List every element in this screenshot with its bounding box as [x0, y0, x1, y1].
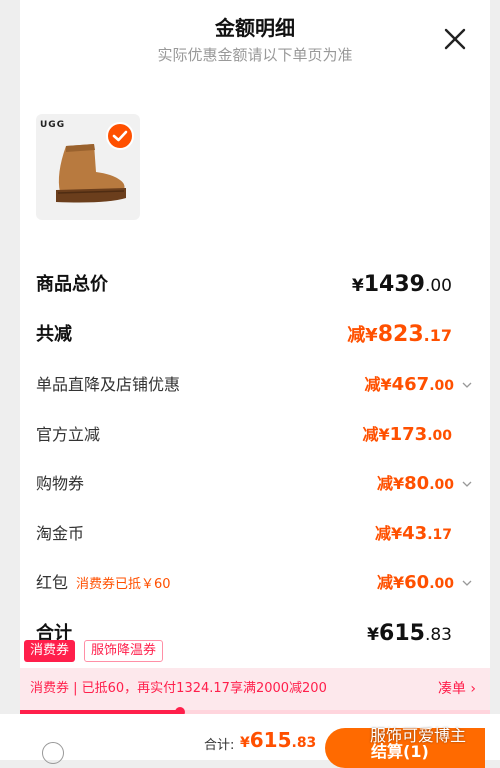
amount-detail-sheet: 金额明细 实际优惠金额请以下单页为准 UGG 商品总价 ¥1439.00 共减 … — [20, 0, 490, 708]
total-price-label: 商品总价 — [36, 274, 108, 295]
discount-value: 减¥60.00 — [376, 572, 454, 593]
sheet-subtitle: 实际优惠金额请以下单页为准 — [157, 46, 353, 64]
total-discount-row: 共减 减¥823.17 — [36, 318, 474, 352]
total-price-row: 商品总价 ¥1439.00 — [36, 268, 474, 302]
discount-row-coupon[interactable]: 购物券 减¥80.00 — [36, 467, 474, 501]
consumer-coupon-tag[interactable]: 消费券 — [24, 640, 76, 662]
select-all-radio[interactable] — [42, 742, 64, 764]
discount-row-store[interactable]: 单品直降及店铺优惠 减¥467.00 — [36, 368, 474, 402]
apparel-coupon-tag[interactable]: 服饰降温券 — [84, 640, 164, 662]
selected-check-icon[interactable] — [106, 122, 134, 150]
discount-row-coins: 淘金币 减¥43.17 — [36, 517, 474, 551]
bottom-total-value: ¥615.83 — [240, 728, 317, 752]
total-discount-value: 减¥823.17 — [347, 322, 452, 347]
discount-value: 减¥80.00 — [376, 473, 454, 494]
chevron-down-icon[interactable] — [462, 578, 472, 588]
total-price-value: ¥1439.00 — [351, 272, 452, 297]
discount-row-redpacket[interactable]: 红包 消费券已抵￥60 减¥60.00 — [36, 566, 474, 600]
chevron-down-icon[interactable] — [462, 380, 472, 390]
redpacket-note: 消费券已抵￥60 — [76, 577, 171, 592]
discount-value: 减¥467.00 — [364, 374, 454, 395]
discount-label: 红包 消费券已抵￥60 — [36, 573, 171, 592]
discount-label: 淘金币 — [36, 524, 85, 543]
promo-text: 消费券 | 已抵60，再实付1324.17享满2000减200 — [30, 681, 327, 696]
discount-label: 单品直降及店铺优惠 — [36, 375, 181, 394]
total-discount-label: 共减 — [36, 324, 72, 345]
subtotal-value: ¥615.83 — [367, 621, 452, 646]
add-items-link[interactable]: 凑单 › — [438, 668, 476, 710]
promo-banner[interactable]: 消费券 | 已抵60，再实付1324.17享满2000减200 凑单 › — [20, 668, 490, 710]
chevron-down-icon[interactable] — [462, 479, 472, 489]
watermark-text: 服饰可爱博主 — [370, 726, 467, 745]
discount-value: 减¥173.00 — [362, 424, 452, 445]
discount-row-official: 官方立减 减¥173.00 — [36, 418, 474, 452]
discount-label: 官方立减 — [36, 425, 101, 444]
close-icon[interactable] — [442, 26, 468, 52]
discount-label: 购物券 — [36, 474, 85, 493]
bottom-total-label: 合计: — [204, 738, 235, 753]
discount-value: 减¥43.17 — [374, 523, 452, 544]
sheet-title: 金额明细 — [215, 16, 295, 40]
